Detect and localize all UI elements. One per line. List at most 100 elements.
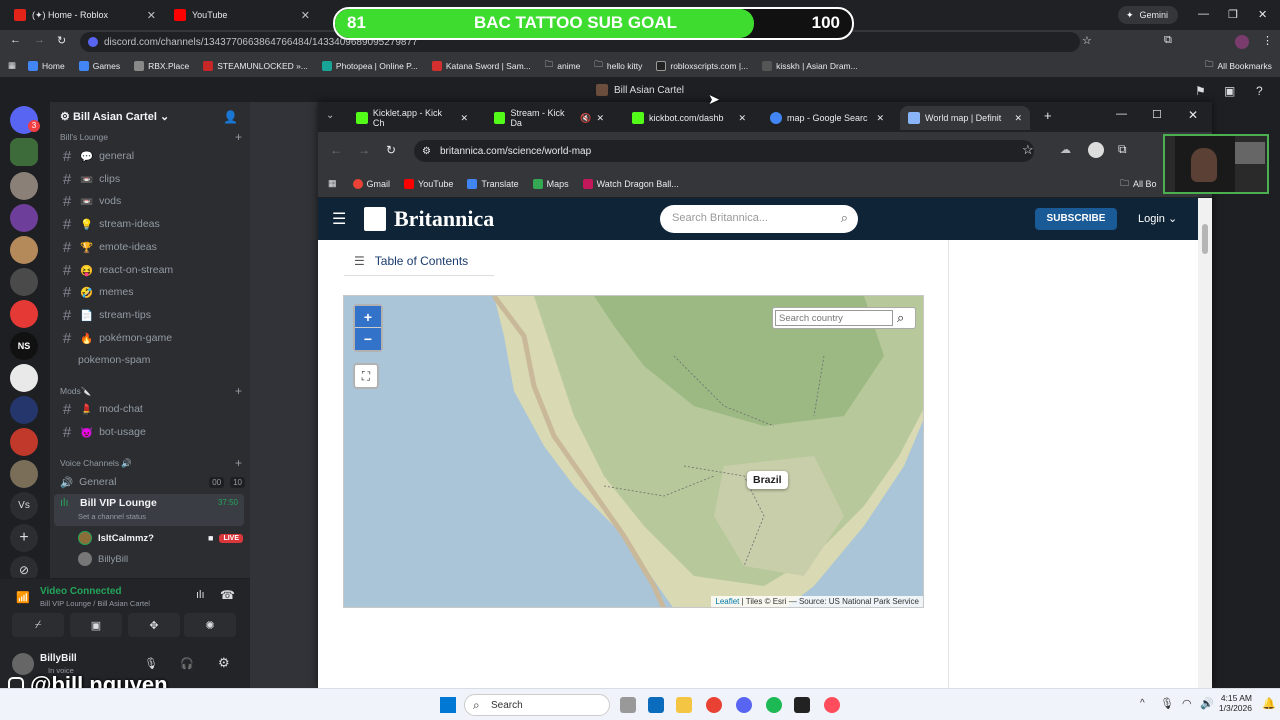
voice-member[interactable]: BillyBill: [78, 549, 243, 569]
bookmark-item[interactable]: Maps: [532, 178, 569, 189]
close-icon[interactable]: ✕: [301, 9, 310, 22]
tab-search-icon[interactable]: ⌄: [326, 110, 334, 121]
file-explorer-icon[interactable]: [676, 697, 692, 713]
forward-icon[interactable]: →: [34, 34, 45, 46]
channel-pokemon-game[interactable]: # 🔥 pokémon-game: [60, 328, 245, 348]
connection-status[interactable]: Video Connected: [40, 586, 122, 597]
close-window-icon[interactable]: ✕: [1258, 8, 1267, 21]
login-button[interactable]: Login ⌄: [1138, 212, 1177, 225]
soundboard-button[interactable]: ✺: [184, 613, 236, 637]
task-view-icon[interactable]: [620, 697, 636, 713]
bookmark-star-icon[interactable]: ☆: [1082, 34, 1092, 47]
page-scrollbar[interactable]: [1198, 198, 1212, 688]
forward-icon[interactable]: →: [358, 143, 370, 157]
maximize-icon[interactable]: ☐: [1152, 108, 1162, 121]
channel-emote-ideas[interactable]: # 🏆 emote-ideas: [60, 237, 245, 257]
bookmark-item[interactable]: 🗀 anime: [545, 59, 581, 73]
all-bookmarks[interactable]: 🗀 All Bo: [1120, 176, 1157, 192]
close-icon[interactable]: ✕: [460, 113, 468, 124]
apps-icon[interactable]: ▦: [328, 178, 337, 189]
inner-tab-britannica[interactable]: World map | Definit ✕: [900, 106, 1030, 130]
add-channel-icon[interactable]: +: [235, 384, 242, 398]
screen-share-button[interactable]: ▣: [70, 613, 122, 637]
extension-icon[interactable]: [1088, 142, 1104, 158]
outer-tab-youtube[interactable]: YouTube ✕: [166, 4, 318, 26]
server-icon[interactable]: Vs: [10, 492, 38, 520]
headphones-icon[interactable]: 🎧: [180, 657, 194, 670]
settings-gear-icon[interactable]: ⚙: [218, 655, 230, 671]
signal-icon[interactable]: 📶: [16, 591, 30, 604]
voice-channel-vip-lounge[interactable]: ılı Bill VIP Lounge 37:50 Set a channel …: [54, 494, 244, 526]
close-icon[interactable]: ✕: [738, 113, 746, 124]
channel-general[interactable]: # 💬 general: [60, 146, 245, 166]
server-icon[interactable]: NS: [10, 332, 38, 360]
channel-pokemon-spam[interactable]: pokemon-spam: [60, 350, 245, 370]
menu-icon[interactable]: ⋮: [1262, 34, 1273, 47]
extensions-icon[interactable]: ⧉: [1164, 34, 1172, 47]
britannica-search-input[interactable]: Search Britannica... ⌕: [660, 205, 858, 233]
bookmark-item[interactable]: Home: [28, 60, 65, 71]
reload-icon[interactable]: ↻: [57, 34, 66, 47]
channel-bot-usage[interactable]: # 😈 bot-usage: [60, 422, 245, 442]
noise-suppression-icon[interactable]: ılı: [196, 589, 205, 601]
bookmark-star-icon[interactable]: ☆: [1022, 142, 1034, 158]
hamburger-menu-icon[interactable]: ☰: [332, 209, 346, 229]
channel-react-on-stream[interactable]: # 😝 react-on-stream: [60, 260, 245, 280]
zoom-out-button[interactable]: −: [355, 328, 381, 350]
close-icon[interactable]: ✕: [596, 113, 604, 124]
britannica-logo[interactable]: Britannica: [394, 206, 494, 232]
country-search-input[interactable]: Search country: [775, 310, 893, 326]
reload-icon[interactable]: ↻: [386, 143, 396, 157]
world-map-widget[interactable]: + − ⛶ Search country ⌕ Brazil Leaflet | …: [343, 295, 924, 608]
bookmark-item[interactable]: kisskh | Asian Dram...: [762, 60, 858, 71]
close-window-icon[interactable]: ✕: [1188, 108, 1198, 122]
bookmark-item[interactable]: Photopea | Online P...: [321, 60, 418, 71]
search-icon[interactable]: ⌕: [897, 310, 904, 326]
chrome-icon[interactable]: [706, 697, 722, 713]
inbox-icon[interactable]: ⚑: [1195, 78, 1206, 104]
inner-address-bar[interactable]: ⚙ britannica.com/science/world-map: [414, 140, 1034, 162]
fullscreen-button[interactable]: ⛶: [353, 363, 379, 389]
channel-status[interactable]: Set a channel status: [78, 512, 146, 521]
subscribe-button[interactable]: SUBSCRIBE: [1035, 208, 1117, 230]
server-icon[interactable]: [10, 428, 38, 456]
category-bills-lounge[interactable]: Bill's Lounge: [60, 132, 108, 142]
volume-icon[interactable]: 🔊: [1200, 697, 1214, 710]
bookmark-item[interactable]: 🗀 hello kitty: [594, 59, 642, 73]
add-channel-icon[interactable]: +: [235, 130, 242, 144]
bookmark-item[interactable]: YouTube: [404, 178, 453, 189]
search-icon[interactable]: ⌕: [841, 210, 848, 226]
channel-clips[interactable]: # 📼 clips: [60, 169, 245, 189]
channel-mod-chat[interactable]: # 💄 mod-chat: [60, 399, 245, 419]
news-app-icon[interactable]: [648, 697, 664, 713]
inner-tab-kicklet[interactable]: Kicklet.app - Kick Ch ✕: [348, 106, 476, 130]
bookmark-item[interactable]: Translate: [467, 178, 519, 189]
bookmark-item[interactable]: robloxscripts.com |...: [656, 60, 748, 71]
server-icon[interactable]: [10, 138, 38, 166]
close-icon[interactable]: ✕: [1014, 113, 1022, 124]
profile-avatar[interactable]: [1235, 35, 1249, 49]
map-tiles[interactable]: [344, 296, 924, 608]
zoom-in-button[interactable]: +: [355, 306, 381, 328]
channel-memes[interactable]: # 🤣 memes: [60, 282, 245, 302]
table-of-contents-button[interactable]: ☰ Table of Contents: [344, 246, 494, 276]
server-icon[interactable]: [10, 396, 38, 424]
camera-toggle-button[interactable]: ⌿: [12, 613, 64, 637]
taskbar-clock[interactable]: 4:15 AM 1/3/2026: [1218, 693, 1252, 713]
back-icon[interactable]: ←: [330, 143, 342, 157]
disconnect-icon[interactable]: ☎: [220, 588, 235, 602]
microphone-icon[interactable]: 🎙: [144, 657, 158, 670]
gemini-button[interactable]: ✦ Gemini: [1118, 6, 1178, 24]
mute-icon[interactable]: 🔇: [580, 113, 591, 124]
scrollbar-thumb[interactable]: [1202, 224, 1208, 254]
site-info-icon[interactable]: ⚙: [422, 146, 431, 157]
activities-button[interactable]: ✥: [128, 613, 180, 637]
server-icon[interactable]: [10, 268, 38, 296]
invite-icon[interactable]: 👤: [223, 110, 238, 124]
leaflet-link[interactable]: Leaflet: [715, 597, 739, 606]
bookmark-item[interactable]: Gmail: [352, 178, 390, 189]
site-info-icon[interactable]: [88, 37, 98, 47]
category-voice[interactable]: Voice Channels 🔊: [60, 458, 132, 469]
chevron-up-icon[interactable]: ^: [1140, 698, 1145, 709]
all-bookmarks[interactable]: 🗀 All Bookmarks: [1205, 59, 1272, 73]
